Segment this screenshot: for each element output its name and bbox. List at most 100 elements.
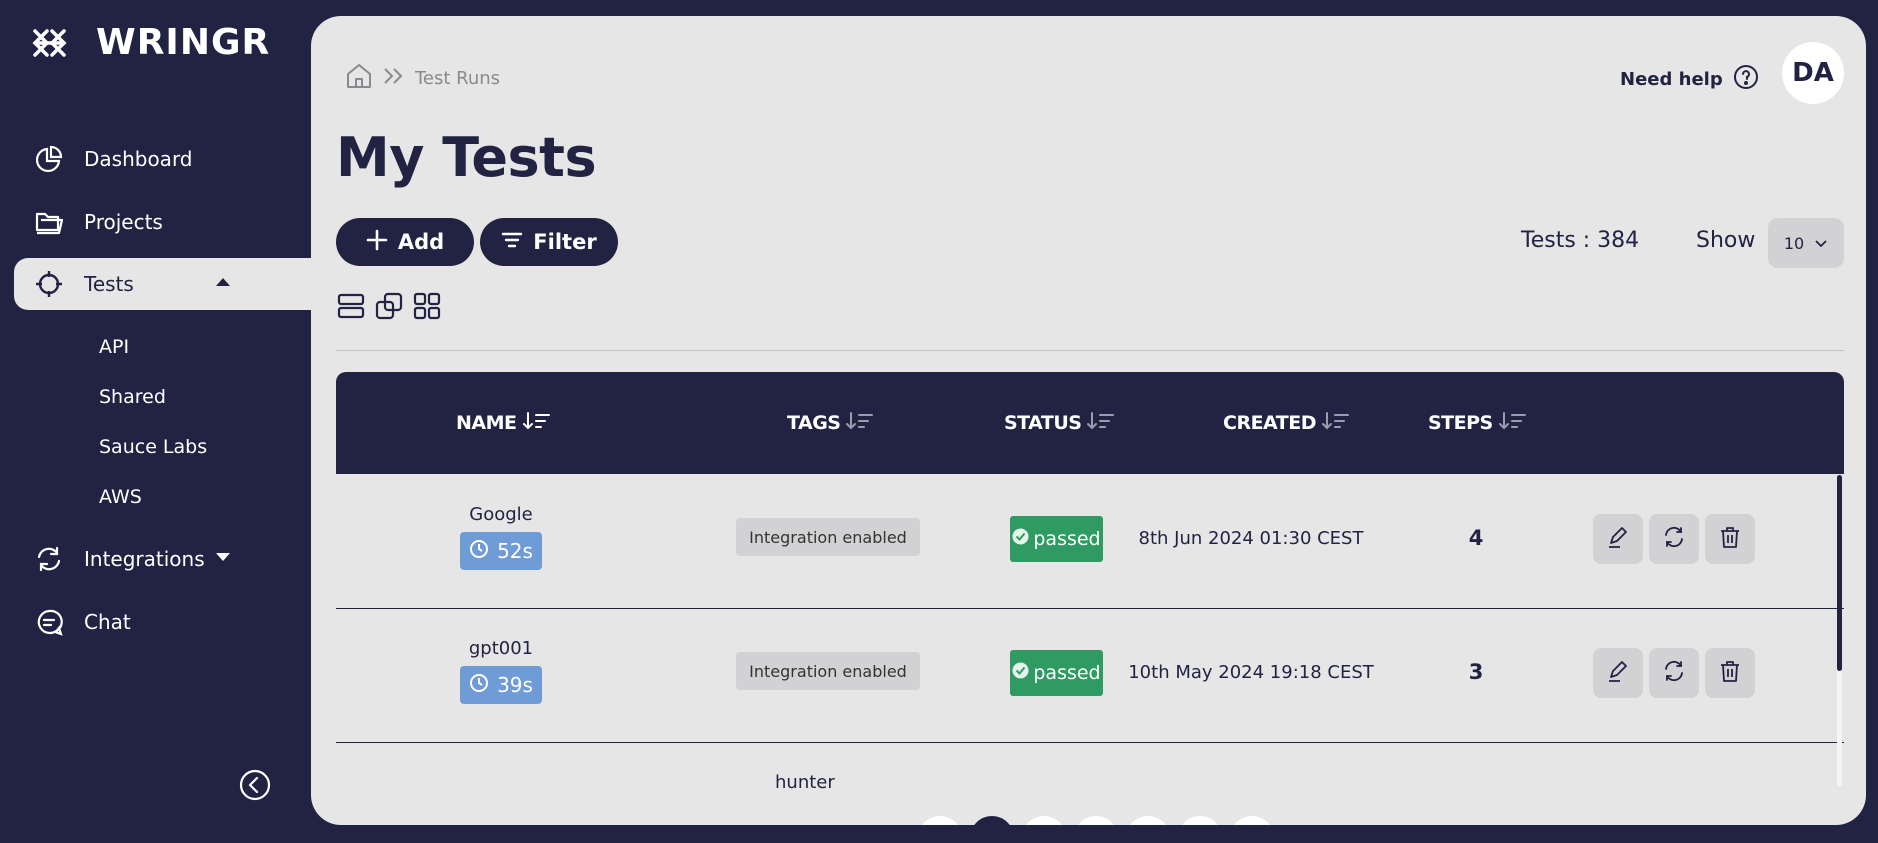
pagination-button-active[interactable] <box>970 816 1014 825</box>
show-label: Show <box>1696 228 1756 253</box>
rerun-button[interactable] <box>1649 648 1699 698</box>
column-header-status[interactable]: STATUS <box>1004 372 1115 474</box>
table-row[interactable]: Google 52s Integration enabled passed 8t… <box>336 474 1844 609</box>
breadcrumb-current[interactable]: Test Runs <box>415 68 500 89</box>
view-toggles <box>337 292 441 324</box>
need-help-link[interactable]: Need help <box>1620 64 1759 95</box>
sort-icon <box>1498 411 1527 436</box>
pagination-button[interactable] <box>918 816 962 825</box>
plus-icon <box>366 229 388 256</box>
home-icon[interactable] <box>345 62 373 95</box>
pagination-button[interactable] <box>1126 816 1170 825</box>
column-label: STATUS <box>1004 412 1082 434</box>
sidebar-item-tests[interactable]: Tests <box>14 258 311 310</box>
test-name[interactable]: gpt001 <box>460 638 542 659</box>
brand-name: WRINGR <box>96 22 271 63</box>
chevron-down-icon[interactable] <box>214 547 232 571</box>
test-name[interactable]: Google <box>460 504 542 525</box>
collapse-sidebar-button[interactable] <box>239 769 271 801</box>
edit-button[interactable] <box>1593 514 1643 564</box>
breadcrumb: Test Runs <box>345 62 500 95</box>
edit-button[interactable] <box>1593 648 1643 698</box>
folders-icon <box>34 207 64 237</box>
duration-badge: 52s <box>460 532 542 570</box>
sidebar-item-dashboard[interactable]: Dashboard <box>14 133 311 185</box>
column-header-tags[interactable]: TAGS <box>787 372 874 474</box>
tests-count: Tests : 384 <box>1521 228 1640 253</box>
stacked-view-icon[interactable] <box>375 292 403 324</box>
sidebar-item-label: Dashboard <box>84 147 193 171</box>
refresh-icon <box>1662 659 1686 687</box>
table-row[interactable]: gpt001 39s Integration enabled passed 10… <box>336 608 1844 743</box>
pencil-icon <box>1606 659 1630 687</box>
tag-badge: Integration enabled <box>736 518 920 556</box>
help-label: Need help <box>1620 69 1723 90</box>
table-body: Google 52s Integration enabled passed 8t… <box>336 474 1844 784</box>
sidebar-subitem-sauce-labs[interactable]: Sauce Labs <box>99 436 207 458</box>
column-header-name[interactable]: NAME <box>456 372 551 474</box>
sort-icon <box>846 411 874 436</box>
sidebar-item-integrations[interactable]: Integrations <box>14 533 311 585</box>
table-header: NAME TAGS STATUS CREATED STEPS <box>336 372 1844 474</box>
delete-button[interactable] <box>1705 514 1755 564</box>
add-button[interactable]: Add <box>336 218 474 266</box>
scrollbar-thumb[interactable] <box>1837 475 1842 671</box>
grid-view-icon[interactable] <box>413 292 441 324</box>
add-label: Add <box>397 230 445 254</box>
column-label: NAME <box>456 412 517 434</box>
sidebar: WRINGR Dashboard Projects Tests API Shar… <box>0 0 311 843</box>
double-chevron-right-icon <box>383 67 405 90</box>
column-header-created[interactable]: CREATED <box>1223 372 1350 474</box>
sidebar-item-label: Chat <box>84 610 131 634</box>
sidebar-item-label: Projects <box>84 210 163 234</box>
column-label: STEPS <box>1428 412 1493 434</box>
column-header-steps[interactable]: STEPS <box>1428 372 1527 474</box>
brand-logo[interactable]: WRINGR <box>32 22 270 63</box>
pagination-button[interactable] <box>1230 816 1274 825</box>
check-circle-icon <box>1012 662 1029 684</box>
rerun-button[interactable] <box>1649 514 1699 564</box>
avatar[interactable]: DA <box>1782 42 1844 104</box>
pagination-button[interactable] <box>1074 816 1118 825</box>
delete-button[interactable] <box>1705 648 1755 698</box>
chat-icon <box>34 607 64 637</box>
sort-icon <box>522 411 551 436</box>
filter-button[interactable]: Filter <box>480 218 618 266</box>
main-panel: Test Runs Need help DA My Tests Add Filt… <box>311 16 1866 825</box>
sidebar-subitem-shared[interactable]: Shared <box>99 386 166 408</box>
pagination-button[interactable] <box>1178 816 1222 825</box>
check-circle-icon <box>1012 528 1029 550</box>
divider <box>336 350 1844 351</box>
sidebar-item-chat[interactable]: Chat <box>14 596 311 648</box>
filter-label: Filter <box>533 230 597 254</box>
duration-badge: 39s <box>460 666 542 704</box>
trash-icon <box>1718 659 1742 687</box>
clock-icon <box>469 539 489 564</box>
page-size-select[interactable]: 10 <box>1768 218 1844 268</box>
column-label: CREATED <box>1223 412 1317 434</box>
pagination-button[interactable] <box>1022 816 1066 825</box>
chevron-up-icon[interactable] <box>214 272 232 296</box>
crosshair-icon <box>34 269 64 299</box>
filter-icon <box>501 229 523 256</box>
chevron-down-icon <box>1814 234 1828 253</box>
pencil-icon <box>1606 525 1630 553</box>
sidebar-subitem-aws[interactable]: AWS <box>99 486 142 508</box>
scrollbar-track[interactable] <box>1837 671 1842 786</box>
help-icon <box>1733 64 1759 95</box>
page-title: My Tests <box>336 126 597 189</box>
chevron-left-circle-icon <box>239 769 271 801</box>
sidebar-subitem-api[interactable]: API <box>99 336 129 358</box>
tag-badge: Integration enabled <box>736 652 920 690</box>
sidebar-item-projects[interactable]: Projects <box>14 196 311 248</box>
status-label: passed <box>1033 528 1101 550</box>
sidebar-item-label: Integrations <box>84 547 205 571</box>
duration-value: 52s <box>497 539 533 563</box>
list-view-icon[interactable] <box>337 292 365 324</box>
sort-icon <box>1087 411 1115 436</box>
test-name-partial[interactable]: hunter <box>775 772 835 793</box>
status-badge: passed <box>1010 516 1103 562</box>
created-date: 10th May 2024 19:18 CEST <box>1128 662 1374 683</box>
created-date: 8th Jun 2024 01:30 CEST <box>1138 528 1364 549</box>
refresh-icon <box>1662 525 1686 553</box>
